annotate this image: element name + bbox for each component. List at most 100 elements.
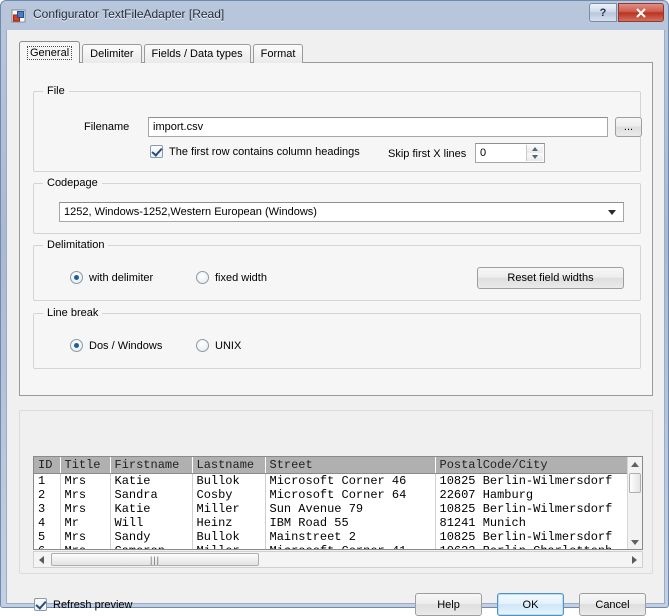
table-row[interactable]: 2 Mrs Sandra Cosby Microsoft Corner 64 2… [34, 488, 630, 502]
refresh-preview-label: Refresh preview [53, 599, 132, 611]
caption-buttons: ? [589, 3, 664, 23]
scroll-up-icon[interactable] [628, 457, 642, 471]
cell-postalcode-city: 10825 Berlin-Wilmersdorf [435, 474, 630, 489]
cell-firstname: Sandra [110, 488, 192, 502]
cell-postalcode-city: 81241 Munich [435, 516, 630, 530]
codepage-select[interactable]: 1252, Windows-1252,Western European (Win… [59, 202, 624, 222]
cell-street: Microsoft Corner 41 [265, 544, 435, 549]
tab-fields-data-types[interactable]: Fields / Data types [144, 44, 251, 63]
filename-input[interactable]: import.csv [148, 117, 608, 137]
skip-lines-stepper[interactable]: 0 [475, 143, 545, 163]
cancel-button[interactable]: Cancel [579, 593, 646, 616]
scroll-down-icon[interactable] [628, 535, 642, 549]
linebreak-group: Line break Dos / Windows UNIX [33, 313, 641, 369]
cell-postalcode-city: 10825 Berlin-Wilmersdorf [435, 530, 630, 544]
cell-street: Microsoft Corner 64 [265, 488, 435, 502]
codepage-group-title: Codepage [43, 177, 102, 189]
cell-street: Microsoft Corner 46 [265, 474, 435, 489]
app-window-icon [11, 8, 27, 24]
file-group-title: File [43, 85, 69, 97]
table-row[interactable]: 1 Mrs Katie Bullok Microsoft Corner 46 1… [34, 474, 630, 489]
preview-grid-viewport: ID Title Firstname Lastname Street Posta… [34, 457, 630, 549]
radio-dos-windows-label: Dos / Windows [89, 340, 162, 352]
column-header-id[interactable]: ID [34, 457, 60, 474]
radio-with-delimiter-label: with delimiter [89, 272, 153, 284]
tab-page-general: File Filename import.csv ... The first r… [19, 62, 653, 396]
skip-lines-value: 0 [480, 147, 486, 159]
cell-title: Mr [60, 516, 110, 530]
cell-street: IBM Road 55 [265, 516, 435, 530]
radio-with-delimiter[interactable]: with delimiter [70, 271, 153, 284]
table-row[interactable]: 4 Mr Will Heinz IBM Road 55 81241 Munich [34, 516, 630, 530]
refresh-preview-checkbox[interactable]: Refresh preview [34, 598, 132, 611]
ok-button[interactable]: OK [497, 593, 564, 616]
horizontal-scroll-thumb[interactable]: ||| [51, 553, 259, 566]
cell-id: 5 [34, 530, 60, 544]
title-bar: Configurator TextFileAdapter [Read] ? [1, 1, 668, 30]
chevron-down-icon [608, 210, 616, 215]
dialog-client-area: General Delimiter Fields / Data types Fo… [6, 30, 665, 604]
browse-button[interactable]: ... [615, 117, 642, 137]
cell-lastname: Bullok [192, 530, 265, 544]
radio-box [70, 339, 83, 352]
codepage-selected-value: 1252, Windows-1252,Western European (Win… [64, 206, 317, 218]
cell-firstname: Katie [110, 502, 192, 516]
cell-postalcode-city: 10825 Berlin-Wilmersdorf [435, 502, 630, 516]
cell-title: Mrs [60, 502, 110, 516]
preview-horizontal-scrollbar[interactable]: ||| [33, 551, 643, 568]
delimitation-group-title: Delimitation [43, 239, 108, 251]
tab-delimiter-label: Delimiter [90, 48, 133, 60]
codepage-group: Codepage 1252, Windows-1252,Western Euro… [33, 183, 641, 234]
cell-title: Mrs [60, 544, 110, 549]
vertical-scroll-thumb[interactable] [629, 473, 641, 493]
dialog-window: Configurator TextFileAdapter [Read] ? Ge… [0, 0, 669, 608]
tab-general[interactable]: General [19, 41, 80, 63]
preview-panel: ID Title Firstname Lastname Street Posta… [19, 410, 653, 574]
table-row[interactable]: 5 Mrs Sandy Bullok Mainstreet 2 10825 Be… [34, 530, 630, 544]
help-caption-button[interactable]: ? [589, 3, 617, 22]
help-button[interactable]: Help [415, 593, 482, 616]
reset-field-widths-button[interactable]: Reset field widths [477, 267, 624, 289]
tab-fields-data-types-label: Fields / Data types [152, 48, 243, 60]
spin-up-icon[interactable] [527, 145, 543, 153]
cell-title: Mrs [60, 530, 110, 544]
tab-format-label: Format [261, 48, 296, 60]
checkbox-box [150, 145, 163, 158]
preview-table-body: 1 Mrs Katie Bullok Microsoft Corner 46 1… [34, 474, 630, 550]
column-header-street[interactable]: Street [265, 457, 435, 474]
radio-unix-label: UNIX [215, 340, 241, 352]
spin-down-icon[interactable] [527, 153, 543, 161]
cell-postalcode-city: 10623 Berlin-Charlottenb [435, 544, 630, 549]
table-row[interactable]: 3 Mrs Katie Miller Sun Avenue 79 10825 B… [34, 502, 630, 516]
radio-box [196, 339, 209, 352]
tab-format[interactable]: Format [253, 44, 304, 63]
tab-general-label: General [27, 46, 72, 60]
cell-firstname: Will [110, 516, 192, 530]
radio-unix[interactable]: UNIX [196, 339, 241, 352]
cell-lastname: Miller [192, 502, 265, 516]
column-header-lastname[interactable]: Lastname [192, 457, 265, 474]
cell-firstname: Katie [110, 474, 192, 489]
column-header-title[interactable]: Title [60, 457, 110, 474]
table-row[interactable]: 6 Mrs Cameron Miller Microsoft Corner 41… [34, 544, 630, 549]
radio-fixed-width[interactable]: fixed width [196, 271, 267, 284]
scroll-left-icon[interactable] [34, 552, 49, 567]
first-row-headings-checkbox[interactable]: The first row contains column headings [150, 145, 360, 158]
tab-delimiter[interactable]: Delimiter [82, 44, 141, 63]
close-icon [635, 8, 647, 18]
preview-vertical-scrollbar[interactable] [627, 457, 642, 549]
column-header-postalcode-city[interactable]: PostalCode/City [435, 457, 630, 474]
radio-dos-windows[interactable]: Dos / Windows [70, 339, 162, 352]
checkbox-box [34, 598, 47, 611]
cell-id: 6 [34, 544, 60, 549]
skip-lines-label: Skip first X lines [388, 148, 466, 160]
cell-firstname: Cameron [110, 544, 192, 549]
cell-lastname: Miller [192, 544, 265, 549]
column-header-firstname[interactable]: Firstname [110, 457, 192, 474]
close-caption-button[interactable] [618, 3, 664, 22]
scroll-right-icon[interactable] [627, 552, 642, 567]
file-group: File Filename import.csv ... The first r… [33, 91, 641, 172]
cell-id: 2 [34, 488, 60, 502]
first-row-headings-label: The first row contains column headings [169, 146, 360, 158]
radio-fixed-width-label: fixed width [215, 272, 267, 284]
